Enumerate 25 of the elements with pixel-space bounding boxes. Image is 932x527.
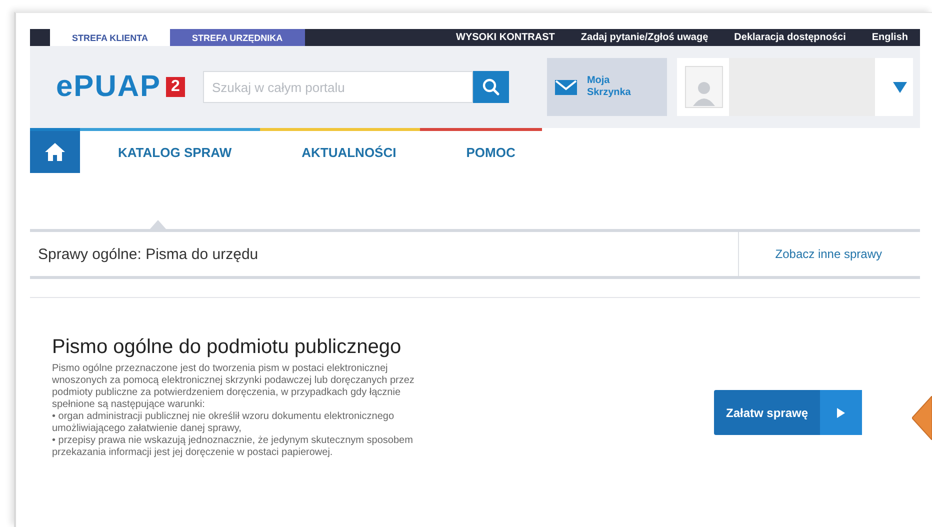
top-link[interactable]: English: [872, 32, 908, 43]
home-icon: [45, 143, 65, 161]
nav-link[interactable]: KATALOG SPRAW: [118, 144, 232, 160]
service-description: Pismo ogólne przeznaczone jest do tworzenia pism w postaci elektronicznej wnoszonych za pomocą elektronicznej skrzynki podawczej lub doręczanych przez podmioty publiczne za potwierdzeniem doręczenia, w przypadkach gdy łącznie spełnione są następujące warunki: • organ administracji publicznej nie określił wzoru dokumentu elektronicznego umożliwiającego załatwienie danej sprawy, • przepisy prawa nie wskazują jednoznacznie, że jedynym skutecznym sposobem przekazania informacji jest jej doręczenie w postaci papierowej.: [52, 363, 416, 459]
search-icon: [482, 78, 500, 96]
category-title: Sprawy ogólne: Pisma do urzędu: [37, 246, 258, 262]
diamond-icon: [912, 396, 932, 440]
top-link[interactable]: WYSOKI KONTRAST: [456, 32, 555, 43]
service-title: Pismo ogólne do podmiotu publicznego: [52, 336, 402, 359]
avatar-icon: [684, 66, 723, 108]
top-link[interactable]: Zadaj pytanie/Zgłoś uwagę: [580, 32, 708, 43]
home-button[interactable]: [30, 131, 80, 173]
zone-tab[interactable]: STREFA KLIENTA: [50, 29, 170, 46]
nav-link[interactable]: POMOC: [466, 144, 516, 160]
top-link[interactable]: Deklaracja dostępności: [734, 32, 846, 43]
zone-tab[interactable]: STREFA URZĘDNIKA: [170, 29, 305, 46]
other-cases-link[interactable]: Zobacz inne sprawy: [738, 232, 920, 276]
play-icon: [837, 408, 846, 418]
logo[interactable]: ePUAP 2: [56, 70, 185, 104]
search-button[interactable]: [472, 71, 509, 103]
handle-case-button[interactable]: Załatw sprawę: [714, 390, 862, 435]
envelope-icon: [554, 80, 577, 94]
caret-icon[interactable]: [892, 82, 907, 92]
nav-link[interactable]: AKTUALNOŚCI: [302, 144, 396, 160]
mailbox-button[interactable]: Moja Skrzynka: [546, 58, 667, 116]
